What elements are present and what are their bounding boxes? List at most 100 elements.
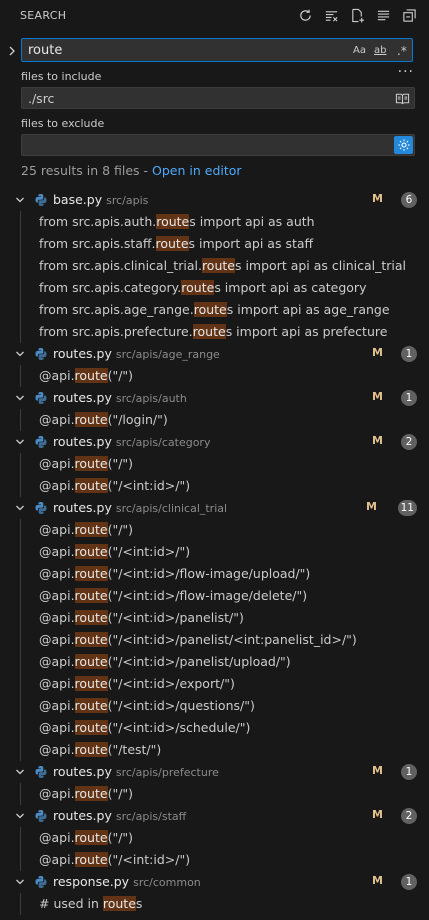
file-name: response.py — [53, 874, 130, 889]
exclude-label: files to exclude — [21, 117, 105, 130]
match-suffix: ("/<int:id>/panelist/<int:panelist_id>/"… — [107, 632, 357, 647]
view-title: SEARCH — [20, 8, 67, 22]
header-actions — [296, 6, 419, 25]
match-row[interactable]: @api.route("/<int:id>/") — [0, 849, 429, 871]
chevron-down-icon[interactable] — [14, 876, 26, 888]
match-highlight: route — [155, 236, 189, 251]
search-input[interactable] — [28, 42, 338, 58]
new-search-editor-icon[interactable] — [348, 6, 367, 25]
match-row[interactable]: @api.route("/<int:id>/panelist/") — [0, 607, 429, 629]
match-row[interactable]: from src.apis.staff.routes import api as… — [0, 233, 429, 255]
more-options-icon[interactable]: ··· — [398, 64, 414, 80]
match-prefix: @api. — [39, 852, 75, 867]
match-row[interactable]: @api.route("/") — [0, 519, 429, 541]
match-row[interactable]: from src.apis.prefecture.routes import a… — [0, 321, 429, 343]
match-row[interactable]: @api.route("/login/") — [0, 409, 429, 431]
match-suffix: ("/<int:id>/panelist/upload/") — [107, 654, 291, 669]
modified-badge: M — [372, 808, 383, 821]
match-group: from src.apis.auth.routes import api as … — [0, 211, 429, 343]
match-highlight: route — [192, 324, 226, 339]
match-row[interactable]: @api.route("/") — [0, 365, 429, 387]
match-highlight: route — [74, 676, 108, 691]
results-count-text: 25 results in 8 files - — [21, 163, 153, 178]
python-file-icon — [34, 193, 48, 207]
match-prefix: @api. — [39, 830, 75, 845]
match-row[interactable]: from src.apis.category.routes import api… — [0, 277, 429, 299]
file-result-row[interactable]: routes.py src/apis/age_range M 1 — [0, 343, 429, 365]
match-suffix: ("/") — [107, 456, 134, 471]
modified-badge: M — [372, 390, 383, 403]
match-case-toggle[interactable]: Aa — [353, 43, 366, 59]
match-row[interactable]: @api.route("/test/") — [0, 739, 429, 761]
modified-badge: M — [372, 192, 383, 205]
open-in-editor-link[interactable]: Open in editor — [152, 163, 242, 178]
chevron-down-icon[interactable] — [14, 392, 26, 404]
match-row[interactable]: from src.apis.age_range.routes import ap… — [0, 299, 429, 321]
file-result-row[interactable]: base.py src/apis M 6 — [0, 189, 429, 211]
use-regex-toggle[interactable]: .* — [397, 43, 407, 59]
match-suffix: ("/<int:id>/questions/") — [107, 698, 255, 713]
python-file-icon — [34, 435, 48, 449]
use-exclude-settings-icon[interactable] — [394, 136, 413, 154]
match-highlight: route — [74, 852, 108, 867]
match-row[interactable]: # used in routes — [0, 893, 429, 915]
file-result-row[interactable]: response.py src/common M 1 — [0, 871, 429, 893]
chevron-down-icon[interactable] — [14, 810, 26, 822]
file-path: src/apis/prefecture — [115, 766, 219, 779]
chevron-down-icon[interactable] — [14, 436, 26, 448]
match-suffix: s import api as clinical_trial — [234, 258, 407, 273]
match-row[interactable]: from src.apis.clinical_trial.routes impo… — [0, 255, 429, 277]
chevron-down-icon[interactable] — [14, 766, 26, 778]
file-path: src/apis/clinical_trial — [115, 502, 228, 515]
match-group: @api.route("/") — [0, 783, 429, 805]
open-editors-only-icon[interactable] — [395, 91, 410, 106]
match-whole-word-toggle[interactable]: ab — [374, 43, 386, 59]
modified-badge: M — [372, 764, 383, 777]
match-row[interactable]: @api.route("/") — [0, 827, 429, 849]
file-path: src/apis/age_range — [115, 348, 220, 361]
chevron-right-icon[interactable] — [6, 43, 18, 59]
chevron-down-icon[interactable] — [14, 348, 26, 360]
python-file-icon — [34, 501, 48, 515]
match-prefix: from src.apis.staff. — [39, 236, 156, 251]
match-count-badge: 1 — [401, 346, 417, 362]
match-row[interactable]: @api.route("/<int:id>/schedule/") — [0, 717, 429, 739]
match-suffix: s import api as auth — [189, 214, 315, 229]
file-result-row[interactable]: routes.py src/apis/clinical_trial M 11 — [0, 497, 429, 519]
match-prefix: @api. — [39, 676, 75, 691]
match-row[interactable]: @api.route("/") — [0, 783, 429, 805]
python-file-icon — [34, 391, 48, 405]
match-highlight: route — [102, 896, 136, 911]
match-row[interactable]: from src.apis.auth.routes import api as … — [0, 211, 429, 233]
match-suffix: ("/<int:id>/flow-image/delete/") — [107, 588, 308, 603]
match-row[interactable]: @api.route("/<int:id>/export/") — [0, 673, 429, 695]
match-row[interactable]: @api.route("/<int:id>/flow-image/upload/… — [0, 563, 429, 585]
match-highlight: route — [74, 456, 108, 471]
chevron-down-icon[interactable] — [14, 194, 26, 206]
view-as-list-icon[interactable] — [374, 6, 393, 25]
match-prefix: @api. — [39, 478, 75, 493]
match-suffix: ("/") — [107, 830, 134, 845]
chevron-down-icon[interactable] — [14, 502, 26, 514]
exclude-field[interactable] — [21, 134, 415, 156]
file-result-row[interactable]: routes.py src/apis/category M 2 — [0, 431, 429, 453]
match-count-badge: 1 — [401, 874, 417, 890]
match-row[interactable]: @api.route("/<int:id>/flow-image/delete/… — [0, 585, 429, 607]
file-path: src/common — [133, 876, 201, 889]
match-highlight: route — [74, 654, 108, 669]
include-field[interactable]: ./src — [21, 87, 415, 109]
match-prefix: from src.apis.prefecture. — [39, 324, 193, 339]
match-row[interactable]: @api.route("/<int:id>/") — [0, 541, 429, 563]
match-row[interactable]: @api.route("/") — [0, 453, 429, 475]
file-result-row[interactable]: routes.py src/apis/staff M 2 — [0, 805, 429, 827]
file-result-row[interactable]: routes.py src/apis/prefecture M 1 — [0, 761, 429, 783]
clear-results-icon[interactable] — [322, 6, 341, 25]
match-row[interactable]: @api.route("/<int:id>/panelist/<int:pane… — [0, 629, 429, 651]
match-row[interactable]: @api.route("/<int:id>/") — [0, 475, 429, 497]
refresh-icon[interactable] — [296, 6, 315, 25]
match-row[interactable]: @api.route("/<int:id>/panelist/upload/") — [0, 651, 429, 673]
match-row[interactable]: @api.route("/<int:id>/questions/") — [0, 695, 429, 717]
collapse-all-icon[interactable] — [400, 6, 419, 25]
search-box: Aa ab .* — [21, 38, 413, 62]
file-result-row[interactable]: routes.py src/apis/auth M 1 — [0, 387, 429, 409]
